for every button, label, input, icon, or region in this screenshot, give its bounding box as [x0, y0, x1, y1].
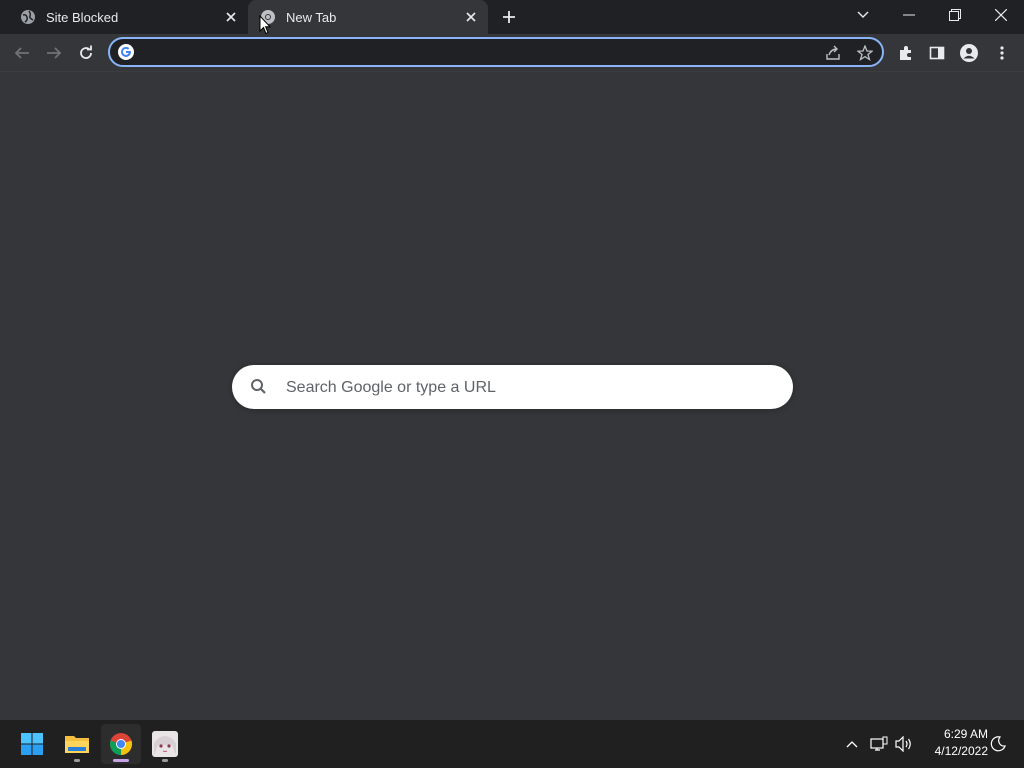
- start-button[interactable]: [12, 724, 52, 764]
- bookmark-star-icon[interactable]: [856, 44, 874, 62]
- clock-time: 6:29 AM: [943, 727, 988, 741]
- arrow-left-icon: [14, 47, 29, 59]
- show-hidden-icons-button[interactable]: [842, 734, 862, 754]
- mouse-cursor: [259, 15, 271, 35]
- running-indicator: [162, 759, 168, 762]
- avatar-icon: [960, 44, 978, 62]
- share-icon[interactable]: [824, 44, 842, 62]
- google-icon: [118, 44, 134, 60]
- side-panel-button[interactable]: [923, 39, 951, 67]
- tab-new-tab[interactable]: New Tab: [248, 0, 488, 34]
- tab-site-blocked[interactable]: Site Blocked: [8, 0, 248, 34]
- kebab-menu-icon: [1000, 46, 1004, 60]
- search-input[interactable]: [284, 376, 768, 400]
- plus-icon: [503, 11, 515, 23]
- chevron-up-icon: [846, 741, 858, 748]
- close-window-button[interactable]: [978, 0, 1024, 30]
- new-tab-button[interactable]: [498, 6, 520, 28]
- ntp-search-box[interactable]: [232, 365, 793, 409]
- chevron-down-icon: [857, 11, 869, 18]
- minimize-icon: [903, 14, 915, 16]
- globe-icon: [20, 9, 36, 25]
- taskbar: 6:29 AM 4/12/2022: [0, 720, 1024, 768]
- extensions-button[interactable]: [892, 39, 920, 67]
- tab-title: Site Blocked: [46, 9, 119, 25]
- folder-icon: [65, 736, 89, 753]
- minimize-button[interactable]: [886, 0, 932, 30]
- windows-icon: [21, 733, 43, 755]
- taskbar-clock[interactable]: 6:29 AM 4/12/2022: [918, 726, 988, 760]
- taskbar-file-explorer[interactable]: [57, 724, 97, 764]
- back-button[interactable]: [8, 39, 36, 67]
- volume-icon[interactable]: [894, 734, 914, 754]
- forward-button[interactable]: [40, 39, 68, 67]
- close-icon[interactable]: [220, 6, 242, 28]
- network-icon[interactable]: [869, 734, 889, 754]
- omnibox-input[interactable]: [144, 43, 788, 65]
- anime-avatar-icon: [152, 731, 178, 757]
- running-indicator: [113, 759, 129, 762]
- toolbar: [0, 34, 1024, 72]
- menu-button[interactable]: [988, 39, 1016, 67]
- tab-title: New Tab: [286, 9, 337, 25]
- clock-date: 4/12/2022: [934, 744, 988, 758]
- puzzle-icon: [900, 46, 911, 60]
- chrome-icon: [109, 733, 133, 756]
- running-indicator: [74, 759, 80, 762]
- profile-button[interactable]: [955, 39, 983, 67]
- side-panel-icon: [929, 46, 945, 60]
- close-icon[interactable]: [460, 6, 482, 28]
- close-icon: [995, 9, 1007, 21]
- focus-assist-icon[interactable]: [988, 734, 1008, 754]
- tab-strip: Site Blocked New Tab: [0, 0, 1024, 34]
- taskbar-anime-app[interactable]: [145, 724, 185, 764]
- arrow-right-icon: [47, 47, 62, 59]
- omnibox[interactable]: [108, 37, 884, 67]
- reload-icon: [80, 45, 92, 59]
- search-icon: [251, 379, 266, 394]
- reload-button[interactable]: [72, 39, 100, 67]
- taskbar-chrome[interactable]: [101, 724, 141, 764]
- tab-search-button[interactable]: [840, 0, 886, 30]
- restore-button[interactable]: [932, 0, 978, 30]
- restore-icon: [949, 9, 961, 21]
